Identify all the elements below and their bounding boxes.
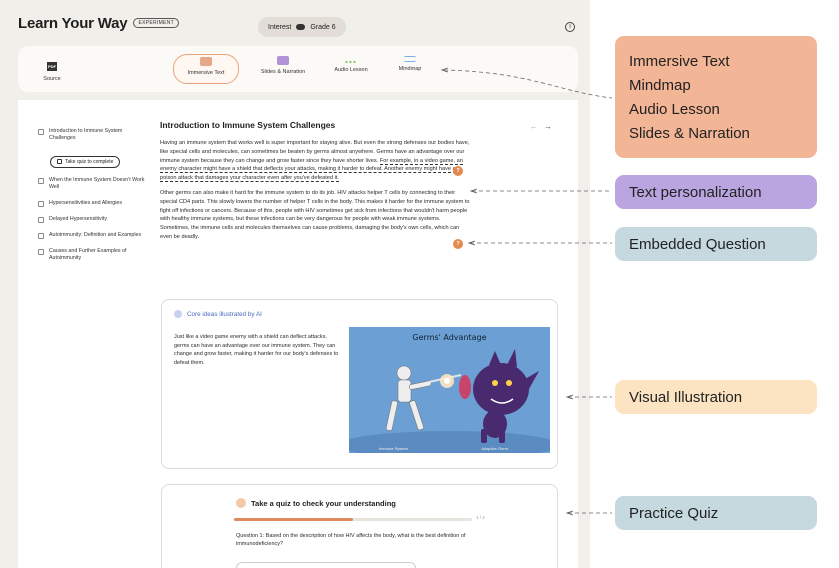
illustration-title: Germs' Advantage xyxy=(412,333,487,342)
callout-mode-label: Slides & Narration xyxy=(629,124,750,142)
quiz-heading: Take a quiz to check your understanding xyxy=(251,498,396,508)
interest-selector[interactable]: Interest Grade 6 xyxy=(258,17,346,37)
illustration-caption-left: Immune System xyxy=(379,446,408,451)
toc-item[interactable]: Delayed Hypersensitivity xyxy=(38,216,148,223)
checkbox-icon[interactable] xyxy=(38,177,44,184)
toc-item[interactable]: Causes and Further Examples of Autoimmun… xyxy=(38,248,148,262)
toc-item[interactable]: When the Immune System Doesn't Work Well xyxy=(38,177,148,191)
callout-text-personalization: Text personalization xyxy=(615,175,817,209)
illustration-caption-right: Adaptive Germ xyxy=(481,446,508,451)
arrow-right-icon[interactable]: → xyxy=(544,122,558,131)
checkbox-icon[interactable] xyxy=(38,200,44,207)
page-root: Learn Your Way EXPERIMENT Interest Grade… xyxy=(0,0,839,568)
toc-item-label: Autoimmunity: Definition and Examples xyxy=(49,231,142,238)
checkbox-icon[interactable] xyxy=(38,129,44,135)
checkbox-icon[interactable] xyxy=(38,232,44,239)
embedded-question-marker[interactable]: ? xyxy=(453,166,463,176)
source-button[interactable]: PDF Source xyxy=(32,55,72,82)
callout-modes: Immersive Text Mindmap Audio Lesson Slid… xyxy=(615,36,817,158)
tab-label: Audio Lesson xyxy=(334,67,368,73)
quiz-icon xyxy=(236,498,246,508)
illustration-header: Core ideas illustrated by AI xyxy=(174,310,262,318)
app-title: Learn Your Way xyxy=(18,14,128,32)
callout-mode-label: Immersive Text xyxy=(629,52,730,70)
illustration-image: Germs' Advantage Immune System Adaptive … xyxy=(349,327,550,453)
tab-label: Immersive Text xyxy=(187,70,225,76)
experiment-badge: EXPERIMENT xyxy=(133,18,179,28)
interest-label: Interest xyxy=(268,23,292,31)
sparkle-icon xyxy=(174,310,182,318)
tab-label: Slides & Narration xyxy=(260,69,306,75)
audio-wave-icon xyxy=(345,56,357,63)
table-of-contents: Introduction to Immune System Challenges… xyxy=(38,128,148,271)
section-nav: ←→ xyxy=(530,122,558,131)
callout-visual-illustration: Visual Illustration xyxy=(615,380,817,414)
tab-immersive-text[interactable]: Immersive Text xyxy=(173,54,239,84)
slides-icon xyxy=(277,56,289,65)
quiz-question: Question 1: Based on the description of … xyxy=(236,533,466,547)
quiz-progress-bar xyxy=(234,518,472,521)
toc-item[interactable]: Introduction to Immune System Challenges xyxy=(38,128,148,142)
germs-advantage-art xyxy=(349,327,550,453)
app-window: Learn Your Way EXPERIMENT Interest Grade… xyxy=(0,0,590,568)
toc-item-label: When the Immune System Doesn't Work Well xyxy=(49,176,145,190)
callout-mode-label: Audio Lesson xyxy=(629,100,720,118)
checkbox-icon[interactable] xyxy=(38,248,44,255)
callout-practice-quiz: Practice Quiz xyxy=(615,496,817,530)
gamepad-icon xyxy=(296,24,306,30)
quiz-progress-count: 1 / 2 xyxy=(476,515,485,520)
info-icon[interactable]: i xyxy=(565,22,575,32)
tab-label: Mindmap xyxy=(398,66,422,72)
callout-mode-label: Mindmap xyxy=(629,76,691,94)
illustration-heading: Core ideas illustrated by AI xyxy=(187,310,262,318)
toc-item[interactable]: Hypersensitivities and Allergies xyxy=(38,200,148,207)
toc-item-label: Delayed Hypersensitivity xyxy=(49,215,107,222)
callout-embedded-question: Embedded Question xyxy=(615,227,817,261)
quiz-icon xyxy=(57,159,62,164)
quiz-answer-option[interactable] xyxy=(236,562,416,568)
lesson-content: Introduction to Immune System Challenges… xyxy=(18,100,578,568)
illustration-card: Core ideas illustrated by AI Just like a… xyxy=(161,299,558,469)
toc-item[interactable]: Autoimmunity: Definition and Examples xyxy=(38,232,148,239)
tab-mindmap[interactable]: Mindmap xyxy=(390,54,430,84)
take-quiz-label: Take quiz to complete xyxy=(65,158,114,165)
quiz-card: Take a quiz to check your understanding … xyxy=(161,484,558,568)
toc-item-label: Hypersensitivities and Allergies xyxy=(49,199,123,206)
embedded-question-marker[interactable]: ? xyxy=(453,239,463,249)
pdf-icon: PDF xyxy=(47,62,57,71)
app-header: Learn Your Way EXPERIMENT Interest Grade… xyxy=(0,0,590,46)
arrow-left-icon[interactable]: ← xyxy=(530,122,544,131)
section-title: Introduction to Immune System Challenges xyxy=(160,120,336,130)
toc-item-label: Introduction to Immune System Challenges xyxy=(49,128,123,141)
illustration-text: Just like a video game enemy with a shie… xyxy=(174,334,339,366)
article-paragraph: Other germs can also make it hard for th… xyxy=(160,189,470,240)
mode-bar: PDF Source Immersive Text Slides & Narra… xyxy=(18,46,578,92)
source-label: Source xyxy=(43,76,61,82)
tab-slides-narration[interactable]: Slides & Narration xyxy=(254,54,312,84)
mindmap-icon xyxy=(404,56,416,62)
toc-item-label: Causes and Further Examples of Autoimmun… xyxy=(49,247,127,261)
article: Introduction to Immune System Challenges… xyxy=(160,120,470,242)
quiz-header: Take a quiz to check your understanding xyxy=(236,498,396,508)
immersive-text-icon xyxy=(200,57,212,66)
checkbox-icon[interactable] xyxy=(38,216,44,223)
quiz-progress-fill xyxy=(234,518,353,521)
tab-audio-lesson[interactable]: Audio Lesson xyxy=(326,54,376,84)
take-quiz-button[interactable]: Take quiz to complete xyxy=(50,155,121,168)
grade-label: Grade 6 xyxy=(310,23,336,31)
article-paragraph: Having an immune system that works well … xyxy=(160,139,470,183)
